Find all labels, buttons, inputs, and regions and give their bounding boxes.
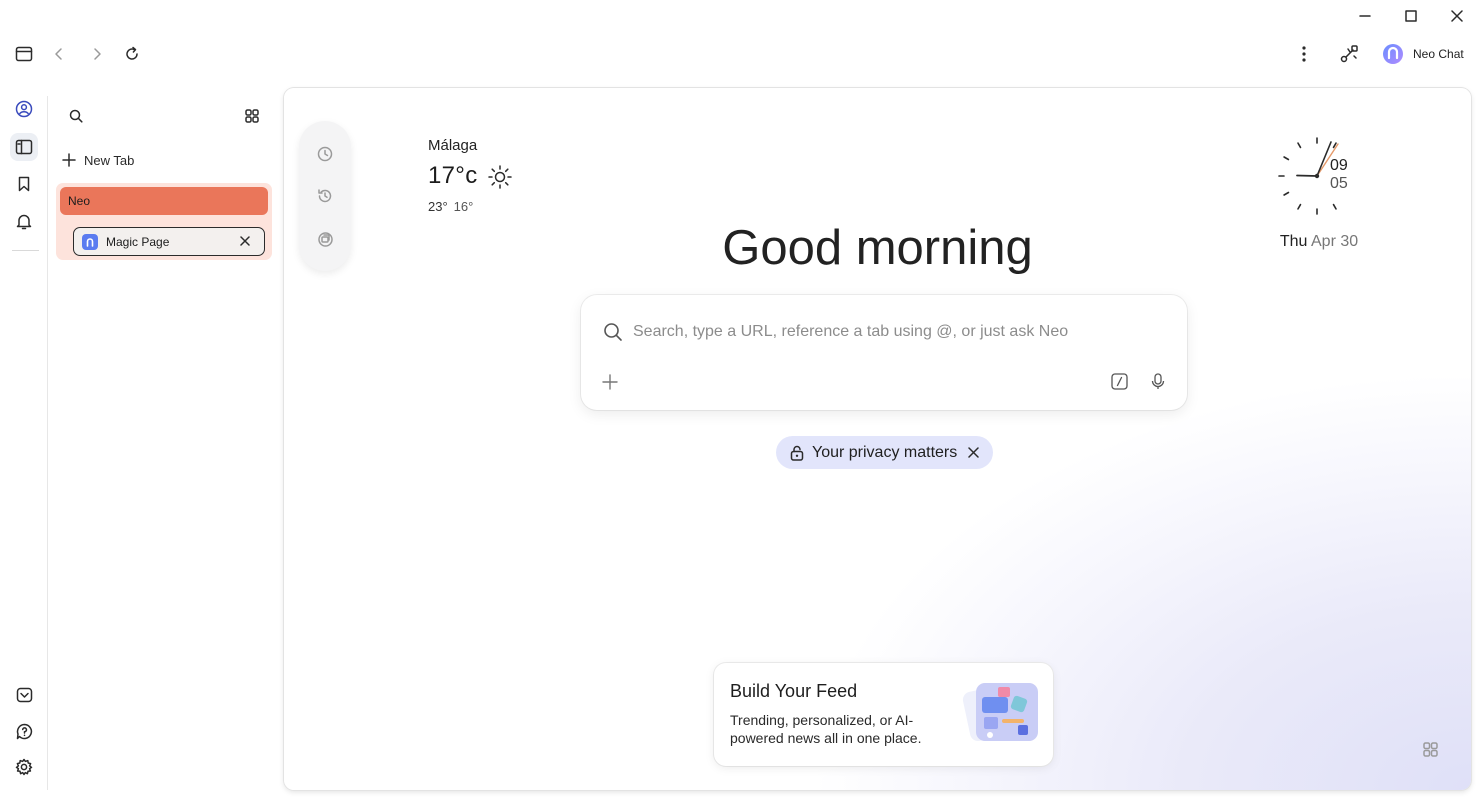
close-tab-button[interactable] (237, 233, 253, 249)
weather-high: 23° (428, 199, 448, 214)
history-icon (317, 146, 333, 162)
more-icon (1302, 46, 1306, 62)
tabs-panel-icon (15, 139, 33, 155)
account-icon (15, 100, 33, 118)
clock-tick (1283, 191, 1290, 196)
help-icon (16, 723, 32, 739)
microphone-icon (1151, 372, 1165, 389)
minimize-icon (1359, 15, 1371, 17)
maximize-icon (1405, 10, 1417, 22)
attach-button[interactable] (597, 369, 623, 395)
more-menu-button[interactable] (1290, 40, 1318, 68)
rail-divider (47, 96, 48, 790)
search-box (581, 295, 1187, 410)
clock-tick (1297, 203, 1302, 210)
commands-button[interactable] (1106, 368, 1132, 394)
close-window-button[interactable] (1434, 0, 1480, 32)
tab-group-header[interactable]: Neo (60, 187, 268, 215)
recent-button[interactable] (312, 183, 338, 209)
analog-clock (1277, 136, 1361, 220)
reload-icon (126, 46, 138, 60)
notifications-button[interactable] (10, 207, 38, 235)
clock-hour-hand (1296, 174, 1318, 177)
feed-card-description: Trending, personalized, or AI-powered ne… (730, 712, 922, 746)
tab-search-button[interactable] (64, 104, 88, 128)
bookmark-icon (18, 176, 30, 192)
dismiss-privacy-button[interactable] (965, 445, 981, 461)
slash-command-icon (1110, 372, 1128, 390)
history-button[interactable] (312, 141, 338, 167)
feed-card-title: Build Your Feed (730, 681, 858, 701)
search-icon (603, 322, 623, 342)
minimize-button[interactable] (1342, 0, 1388, 32)
search-icon (69, 109, 83, 123)
clock-tick (1332, 203, 1337, 210)
lock-icon (790, 445, 804, 461)
account-button[interactable] (10, 95, 38, 123)
sidebar-toggle-button[interactable] (10, 40, 38, 68)
weather-low: 16° (453, 199, 474, 214)
tab-overview-button[interactable] (240, 104, 264, 128)
tab-item[interactable]: Magic Page (73, 227, 265, 256)
rail-separator (12, 250, 39, 251)
neo-chat-button[interactable]: Neo Chat (1382, 42, 1464, 66)
settings-icon (15, 758, 33, 776)
feed-illustration-icon (960, 673, 1042, 753)
privacy-chip: Your privacy matters (776, 436, 994, 469)
clock-hour: 09 (1330, 157, 1348, 174)
new-tab-page: Málaga 17°c 23° 16° 09 05 Thu Apr 30 Goo… (284, 88, 1471, 790)
forward-button[interactable] (84, 40, 110, 68)
sun-icon (487, 164, 513, 190)
pocket-icon (16, 687, 32, 703)
maximize-button[interactable] (1388, 0, 1434, 32)
clock-tick (1283, 156, 1290, 161)
tab-group-name: Neo (68, 194, 91, 208)
close-icon (240, 236, 250, 246)
reload-button[interactable] (118, 40, 146, 68)
grid-layout-icon (1422, 741, 1438, 757)
neo-chat-label: Neo Chat (1413, 47, 1464, 61)
customize-layout-button[interactable] (1418, 737, 1442, 761)
back-button[interactable] (46, 40, 72, 68)
tools-button[interactable] (1334, 40, 1364, 68)
bookmarks-button[interactable] (10, 170, 38, 198)
new-tab-button[interactable]: New Tab (62, 148, 134, 172)
build-feed-card[interactable]: Build Your Feed Trending, personalized, … (714, 663, 1053, 766)
forward-icon (94, 48, 101, 60)
pocket-button[interactable] (10, 681, 38, 709)
back-icon (55, 48, 62, 60)
magic-page-favicon-icon (82, 233, 98, 250)
weather-temperature: 17°c (428, 162, 478, 189)
tab-title: Magic Page (106, 234, 170, 249)
sidebar-toggle-icon (15, 46, 33, 62)
weather-city: Málaga (428, 137, 478, 154)
bell-icon (16, 214, 32, 229)
neo-logo-icon (1383, 44, 1403, 64)
privacy-chip-label: Your privacy matters (812, 443, 958, 461)
search-input[interactable] (633, 317, 1153, 347)
settings-button[interactable] (10, 753, 38, 781)
plus-icon (602, 374, 618, 390)
close-icon (968, 447, 979, 458)
tools-icon (1340, 45, 1358, 63)
plus-icon (62, 153, 76, 167)
weather-high-low: 23° 16° (428, 199, 473, 214)
voice-input-button[interactable] (1145, 368, 1171, 394)
tab-overview-icon (245, 109, 259, 123)
new-tab-label: New Tab (84, 152, 135, 168)
close-icon (1451, 10, 1463, 22)
tabs-panel-button[interactable] (10, 133, 38, 161)
clock-tick (1297, 142, 1302, 149)
recent-icon (318, 189, 332, 203)
greeting-heading: Good morning (722, 221, 1033, 275)
clock-minute: 05 (1330, 175, 1348, 192)
help-button[interactable] (10, 717, 38, 745)
